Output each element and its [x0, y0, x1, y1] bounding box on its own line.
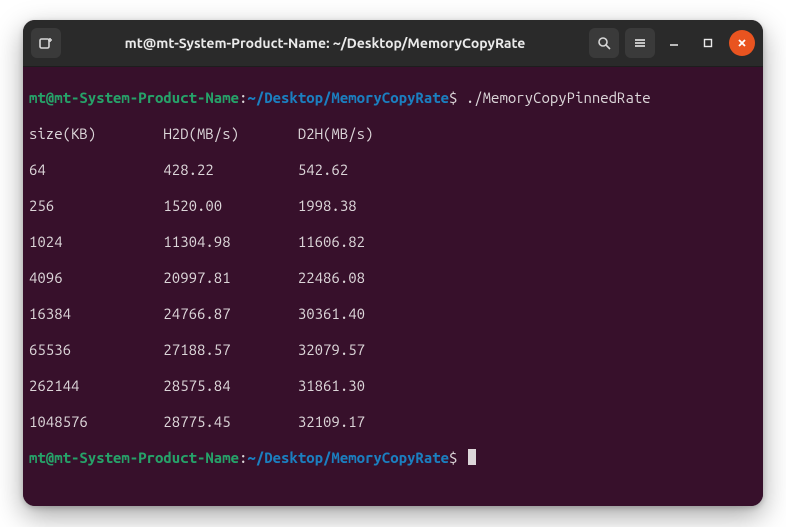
output-header: size(KB) H2D(MB/s) D2H(MB/s) — [29, 125, 757, 143]
prompt-path: ~/Desktop/MemoryCopyRate — [247, 89, 449, 106]
maximize-button[interactable] — [695, 30, 721, 56]
table-row: 16384 24766.87 30361.40 — [29, 305, 757, 323]
window-title: mt@mt-System-Product-Name: ~/Desktop/Mem… — [67, 35, 583, 51]
table-row: 65536 27188.57 32079.57 — [29, 341, 757, 359]
command-text: ./MemoryCopyPinnedRate — [466, 89, 651, 106]
table-row: 1048576 28775.45 32109.17 — [29, 413, 757, 431]
table-row: 256 1520.00 1998.38 — [29, 197, 757, 215]
prompt-path: ~/Desktop/MemoryCopyRate — [247, 449, 449, 466]
table-row: 262144 28575.84 31861.30 — [29, 377, 757, 395]
prompt-symbol: $ — [449, 89, 457, 106]
terminal-body[interactable]: mt@mt-System-Product-Name:~/Desktop/Memo… — [23, 67, 763, 506]
window-controls — [661, 30, 755, 56]
col-d2h: D2H(MB/s) — [298, 125, 374, 142]
prompt-symbol: $ — [449, 449, 457, 466]
menu-button[interactable] — [625, 28, 655, 58]
prompt-userhost: mt@mt-System-Product-Name — [29, 89, 239, 106]
prompt-line-2: mt@mt-System-Product-Name:~/Desktop/Memo… — [29, 449, 757, 467]
prompt-line-1: mt@mt-System-Product-Name:~/Desktop/Memo… — [29, 89, 757, 107]
col-h2d: H2D(MB/s) — [163, 125, 297, 142]
table-row: 64 428.22 542.62 — [29, 161, 757, 179]
table-row: 4096 20997.81 22486.08 — [29, 269, 757, 287]
cursor — [468, 449, 476, 465]
titlebar: mt@mt-System-Product-Name: ~/Desktop/Mem… — [23, 20, 763, 67]
minimize-button[interactable] — [661, 30, 687, 56]
terminal-window: mt@mt-System-Product-Name: ~/Desktop/Mem… — [23, 20, 763, 506]
table-row: 1024 11304.98 11606.82 — [29, 233, 757, 251]
prompt-userhost: mt@mt-System-Product-Name — [29, 449, 239, 466]
col-size: size(KB) — [29, 125, 163, 142]
close-button[interactable] — [729, 30, 755, 56]
new-tab-button[interactable] — [31, 28, 61, 58]
search-button[interactable] — [589, 28, 619, 58]
